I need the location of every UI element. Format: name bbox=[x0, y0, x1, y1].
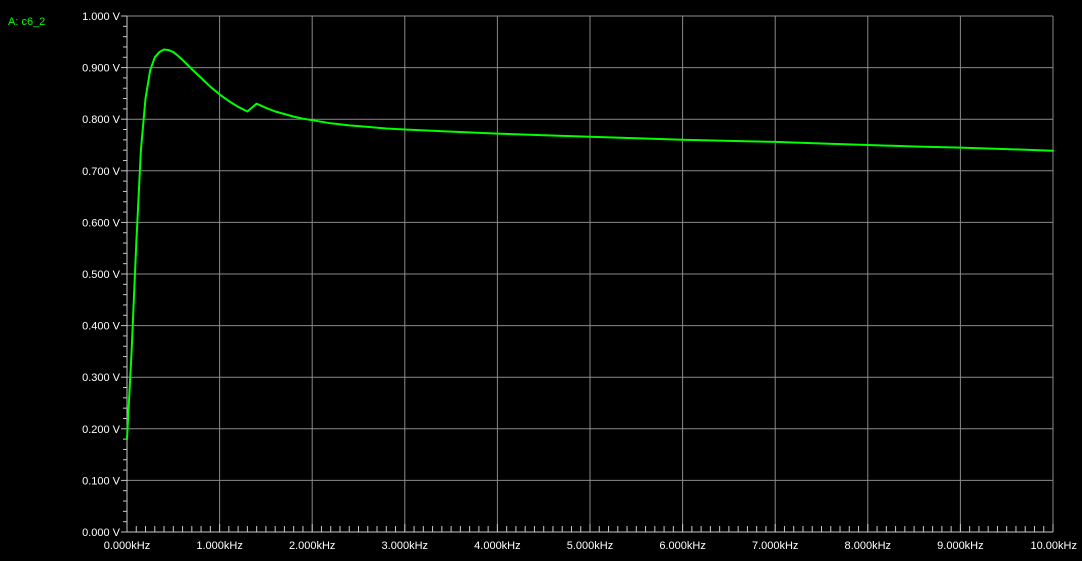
y-tick-label: 1.000 V bbox=[82, 11, 121, 23]
x-tick-label: 8.000kHz bbox=[845, 540, 891, 552]
y-tick-label: 0.300 V bbox=[82, 372, 121, 384]
y-tick-label: 0.700 V bbox=[82, 166, 121, 178]
x-axis-tick-labels: 0.000kHz 1.000kHz 2.000kHz 3.000kHz 4.000kHz… bbox=[104, 540, 1077, 552]
x-tick-label: 6.000kHz bbox=[659, 540, 705, 552]
y-tick-label: 0.800 V bbox=[82, 114, 121, 126]
x-tick-label: 3.000kHz bbox=[382, 540, 428, 552]
x-tick-label: 4.000kHz bbox=[474, 540, 520, 552]
x-tick-label: 7.000kHz bbox=[752, 540, 798, 552]
x-tick-label: 9.000kHz bbox=[937, 540, 983, 552]
x-tick-label: 1.000kHz bbox=[196, 540, 242, 552]
x-tick-label: 2.000kHz bbox=[289, 540, 335, 552]
y-tick-label: 0.000 V bbox=[82, 527, 121, 539]
y-tick-label: 0.400 V bbox=[82, 321, 121, 333]
x-tick-label: 5.000kHz bbox=[567, 540, 613, 552]
grid-lines bbox=[126, 15, 1054, 533]
x-tick-label: 0.000kHz bbox=[104, 540, 150, 552]
y-tick-label: 0.200 V bbox=[82, 424, 121, 436]
y-axis-tick-labels: 0.000 V 0.100 V 0.200 V 0.300 V 0.400 V 0.500… bbox=[82, 11, 121, 539]
y-tick-label: 0.100 V bbox=[82, 475, 121, 487]
y-tick-label: 0.900 V bbox=[82, 63, 121, 75]
x-tick-label: 10.00kHz bbox=[1031, 540, 1077, 552]
y-tick-label: 0.600 V bbox=[82, 217, 121, 229]
line-chart: 0.000 V 0.100 V 0.200 V 0.300 V 0.400 V 0.500… bbox=[82, 11, 1077, 552]
y-tick-label: 0.500 V bbox=[82, 269, 121, 281]
